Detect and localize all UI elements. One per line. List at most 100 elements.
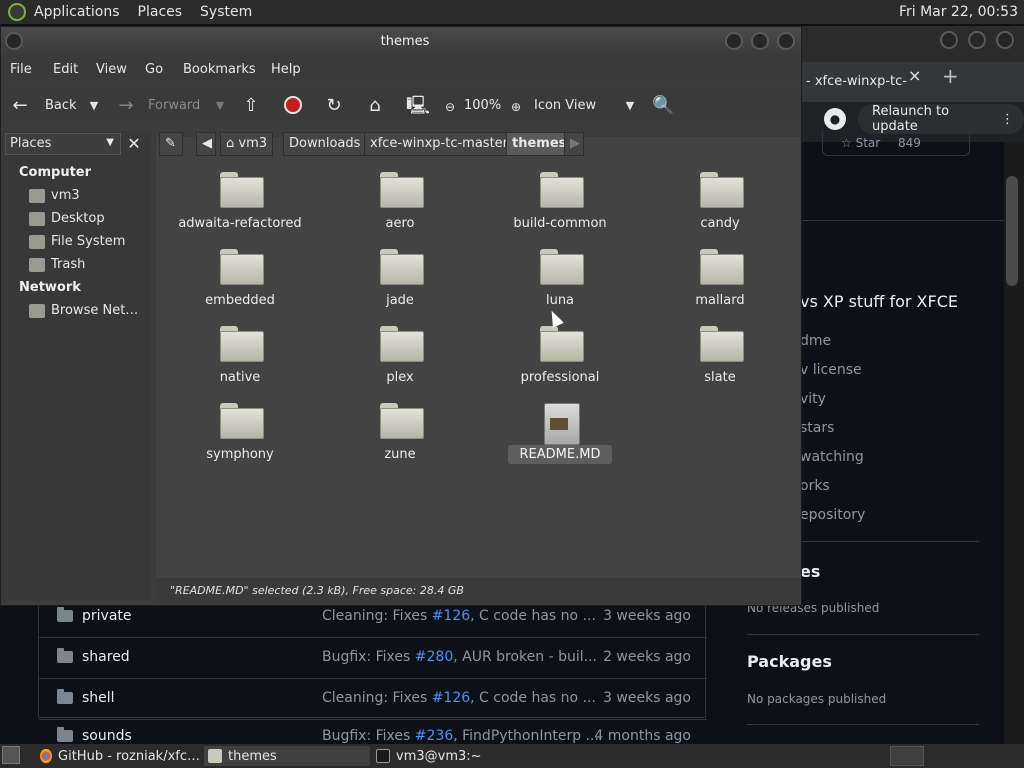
path-right-arrow-icon[interactable]: ▶ xyxy=(564,132,584,156)
path-left-arrow-icon[interactable]: ◀ xyxy=(196,132,216,156)
file-name[interactable]: shared xyxy=(82,649,130,665)
sidebar-item-browse-network[interactable]: Browse Net… xyxy=(29,303,138,318)
table-row[interactable]: shell Cleaning: Fixes #126, C code has n… xyxy=(39,678,707,719)
folder-item[interactable]: aero xyxy=(330,172,470,246)
edit-location-icon[interactable]: ✎ xyxy=(159,132,183,156)
about-link-report[interactable]: epository xyxy=(800,507,865,523)
folder-item[interactable]: symphony xyxy=(170,403,310,477)
new-tab-button[interactable]: + xyxy=(942,64,959,88)
folder-item[interactable]: candy xyxy=(650,172,790,246)
close-icon[interactable] xyxy=(996,31,1014,49)
sidebar-item-file-system[interactable]: File System xyxy=(29,234,125,249)
places-combo[interactable]: Places ▼ xyxy=(5,133,121,155)
about-link-license[interactable]: v license xyxy=(800,362,862,378)
forward-arrow-icon[interactable]: → xyxy=(116,96,136,116)
menu-places[interactable]: Places xyxy=(138,4,183,20)
task-github[interactable]: GitHub - rozniak/xfc… xyxy=(36,746,200,766)
back-arrow-icon[interactable]: ← xyxy=(10,96,30,116)
close-icon[interactable] xyxy=(777,32,795,50)
stop-icon[interactable] xyxy=(283,96,303,116)
network-icon xyxy=(29,303,45,318)
file-name[interactable]: private xyxy=(82,608,132,624)
view-mode-dropdown-icon[interactable]: ▼ xyxy=(620,96,640,116)
profile-avatar-icon[interactable]: ● xyxy=(824,108,846,130)
zoom-out-icon[interactable]: ⊖ xyxy=(440,97,460,117)
computer-icon[interactable]: 🖳 xyxy=(406,96,430,116)
forward-dropdown-icon[interactable]: ▼ xyxy=(210,96,230,116)
zoom-in-icon[interactable]: ⊕ xyxy=(506,97,526,117)
relaunch-button[interactable]: Relaunch to update ⋮ xyxy=(858,104,1024,134)
about-link-forks[interactable]: orks xyxy=(800,478,830,494)
sidebar-item-vm3[interactable]: vm3 xyxy=(29,188,80,203)
document-icon xyxy=(544,403,580,445)
file-name[interactable]: sounds xyxy=(82,728,132,744)
menu-help[interactable]: Help xyxy=(271,62,301,77)
sidebar-item-trash[interactable]: Trash xyxy=(29,257,85,272)
search-icon[interactable]: 🔍 xyxy=(652,96,674,116)
reload-icon[interactable]: ↻ xyxy=(324,96,344,116)
menu-go[interactable]: Go xyxy=(145,62,163,77)
folder-item[interactable]: embedded xyxy=(170,249,310,323)
folder-item[interactable]: build-common xyxy=(490,172,630,246)
view-mode-select[interactable]: Icon View xyxy=(534,98,596,113)
packages-heading[interactable]: Packages xyxy=(747,652,832,671)
task-terminal[interactable]: vm3@vm3:~ xyxy=(372,746,538,766)
path-segment-themes[interactable]: themes xyxy=(506,132,573,156)
clock[interactable]: Fri Mar 22, 00:53 xyxy=(899,4,1018,20)
workspace-switcher[interactable] xyxy=(890,746,924,766)
menu-system[interactable]: System xyxy=(200,4,252,20)
folder-item[interactable]: slate xyxy=(650,326,790,400)
folder-item[interactable]: native xyxy=(170,326,310,400)
menu-file[interactable]: File xyxy=(10,62,32,77)
commit-message[interactable]: Bugfix: Fixes #236, FindPythonInterp ... xyxy=(322,728,599,744)
menu-applications[interactable]: Applications xyxy=(34,4,120,20)
about-link-watching[interactable]: watching xyxy=(800,449,864,465)
star-button[interactable]: ☆ Star 849 xyxy=(822,132,970,156)
folder-item[interactable]: plex xyxy=(330,326,470,400)
back-button[interactable]: Back xyxy=(45,98,77,113)
back-dropdown-icon[interactable]: ▼ xyxy=(84,96,104,116)
about-link-readme[interactable]: dme xyxy=(800,333,831,349)
forward-button[interactable]: Forward xyxy=(148,98,200,113)
sidebar-item-desktop[interactable]: Desktop xyxy=(29,211,105,226)
tab-close-icon[interactable]: × xyxy=(908,66,921,85)
folder-item[interactable]: adwaita-refactored xyxy=(170,172,310,246)
releases-heading[interactable]: es xyxy=(800,562,820,581)
show-desktop-icon[interactable] xyxy=(2,746,20,764)
table-row[interactable]: shared Bugfix: Fixes #280, AUR broken - … xyxy=(39,637,707,678)
folder-item[interactable]: professional xyxy=(490,326,630,400)
table-row[interactable]: sounds Bugfix: Fixes #236, FindPythonInt… xyxy=(39,719,707,744)
home-icon[interactable]: ⌂ xyxy=(365,96,385,116)
path-segment-downloads[interactable]: Downloads xyxy=(283,132,367,156)
maximize-icon[interactable] xyxy=(751,32,769,50)
commit-age: 4 months ago xyxy=(594,728,691,744)
minimize-icon[interactable] xyxy=(725,32,743,50)
folder-icon xyxy=(700,249,744,285)
folder-icon xyxy=(220,249,264,285)
file-name[interactable]: shell xyxy=(82,690,115,706)
folder-item[interactable]: jade xyxy=(330,249,470,323)
distro-logo-icon[interactable] xyxy=(8,3,26,21)
folder-item[interactable]: mallard xyxy=(650,249,790,323)
task-themes[interactable]: themes xyxy=(204,746,370,766)
commit-message[interactable]: Cleaning: Fixes #126, C code has no ... xyxy=(322,690,596,706)
sidebar-close-icon[interactable]: ✕ xyxy=(123,133,145,155)
path-segment-vm3[interactable]: ⌂ vm3 xyxy=(220,132,274,156)
about-link-activity[interactable]: vity xyxy=(800,391,826,407)
file-item[interactable]: README.MD xyxy=(490,403,630,477)
about-link-stars[interactable]: stars xyxy=(800,420,834,436)
maximize-icon[interactable] xyxy=(968,31,986,49)
menu-edit[interactable]: Edit xyxy=(53,62,78,77)
window-titlebar[interactable]: themes xyxy=(1,27,801,57)
folder-item[interactable]: luna xyxy=(490,249,630,323)
scrollbar-thumb[interactable] xyxy=(1006,176,1018,286)
commit-message[interactable]: Cleaning: Fixes #126, C code has no ... xyxy=(322,608,596,624)
menu-view[interactable]: View xyxy=(96,62,127,77)
up-arrow-icon[interactable]: ⇧ xyxy=(241,96,261,116)
minimize-icon[interactable] xyxy=(940,31,958,49)
more-menu-icon[interactable]: ⋮ xyxy=(1001,112,1014,127)
folder-item[interactable]: zune xyxy=(330,403,470,477)
menu-bookmarks[interactable]: Bookmarks xyxy=(183,62,256,77)
path-segment-xfce-winxp-tc-master[interactable]: xfce-winxp-tc-master xyxy=(364,132,515,156)
commit-message[interactable]: Bugfix: Fixes #280, AUR broken - buil... xyxy=(322,649,597,665)
